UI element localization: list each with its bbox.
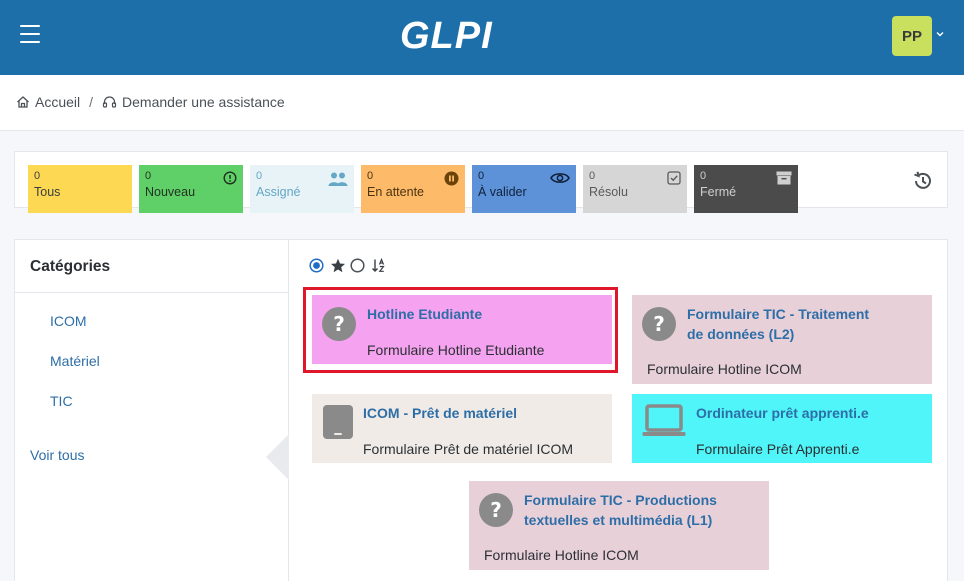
form-title-line: ICOM - Prêt de matériel [363, 405, 518, 421]
form-description: Formulaire Hotline ICOM [484, 547, 639, 563]
users-icon [328, 172, 348, 186]
home-icon [17, 96, 29, 108]
sort-alpha-icon [372, 258, 385, 272]
menu-toggle-icon[interactable] [20, 25, 40, 43]
tile-label: Nouveau [145, 185, 196, 199]
user-avatar[interactable]: PP [892, 16, 932, 56]
category-item-icom[interactable]: ICOM [50, 313, 87, 329]
form-title: Formulaire TIC - Traitement de données (… [687, 304, 869, 344]
breadcrumb-separator: / [89, 94, 94, 110]
tile-new[interactable]: 0 Nouveau [139, 165, 243, 213]
view-all-link[interactable]: Voir tous [30, 447, 84, 463]
tile-label: Fermé [700, 185, 737, 199]
category-item-materiel[interactable]: Matériel [50, 353, 100, 369]
form-title: Ordinateur prêt apprenti.e [696, 403, 869, 423]
form-title: ICOM - Prêt de matériel [363, 403, 517, 423]
breadcrumb-current-label: Demander une assistance [122, 94, 285, 110]
form-description: Formulaire Hotline Etudiante [367, 342, 545, 358]
tile-label: À valider [478, 185, 527, 199]
tile-label: Tous [34, 185, 61, 199]
breadcrumb-bar: Accueil / Demander une assistance [0, 75, 964, 131]
tile-to-validate[interactable]: 0 À valider [472, 165, 576, 213]
form-card-tic-traitement[interactable]: ? Formulaire TIC - Traitement de données… [632, 295, 932, 384]
form-title-line: Ordinateur prêt apprenti.e [696, 405, 869, 421]
form-title-line: Hotline Etudiante [367, 306, 483, 322]
question-icon: ? [322, 307, 356, 341]
tile-label: Résolu [589, 185, 628, 199]
form-title: Hotline Etudiante [367, 304, 482, 324]
star-icon [331, 258, 345, 273]
form-card-ordinateur-apprenti[interactable]: Ordinateur prêt apprenti.e Formulaire Pr… [632, 394, 932, 463]
form-description: Formulaire Prêt de matériel ICOM [363, 441, 574, 457]
form-description: Formulaire Hotline ICOM [647, 361, 802, 377]
tile-all[interactable]: 0 Tous [28, 165, 132, 213]
tablet-icon [323, 405, 353, 439]
pause-icon [444, 171, 459, 186]
radio-icon [350, 258, 365, 273]
tile-solved[interactable]: 0 Résolu [583, 165, 687, 213]
form-title-line: Formulaire TIC - Productions [524, 492, 717, 508]
tile-count: 0 [34, 170, 41, 182]
form-card-hotline-etudiante[interactable]: ? Hotline Etudiante Formulaire Hotline E… [312, 295, 612, 364]
form-filters [309, 258, 386, 273]
question-icon: ? [642, 307, 676, 341]
filter-popular[interactable] [330, 258, 346, 273]
tile-closed[interactable]: 0 Fermé [694, 165, 798, 213]
categories-title: Catégories [30, 258, 111, 275]
logo-text: GLPI [400, 14, 493, 57]
form-card-tic-productions[interactable]: ? Formulaire TIC - Productions textuelle… [469, 481, 769, 570]
checkbox-icon [667, 171, 681, 185]
form-title-line: Formulaire TIC - Traitement [687, 306, 870, 322]
glpi-logo[interactable]: GLPI [400, 14, 493, 58]
laptop-icon [642, 404, 686, 436]
alert-circle-icon [223, 171, 237, 185]
breadcrumb-current[interactable]: Demander une assistance [102, 94, 285, 110]
service-catalog: Catégories ICOM Matériel TIC Voir tous ?… [14, 239, 948, 581]
categories-sidebar: Catégories ICOM Matériel TIC Voir tous [15, 240, 289, 581]
breadcrumb-home-label: Accueil [35, 94, 81, 110]
sidebar-toggle-arrow[interactable] [266, 434, 289, 480]
breadcrumb: Accueil / Demander une assistance [16, 94, 285, 110]
form-card-icom-pret-materiel[interactable]: ICOM - Prêt de matériel Formulaire Prêt … [312, 394, 612, 463]
form-title-line: textuelles et multimédia (L1) [524, 512, 713, 528]
divider [15, 292, 289, 293]
question-icon: ? [479, 493, 513, 527]
top-navbar: GLPI PP [0, 0, 964, 75]
headset-icon [102, 96, 117, 108]
radio-selected-icon [309, 258, 324, 273]
chevron-down-icon[interactable] [936, 30, 944, 38]
form-title: Formulaire TIC - Productions textuelles … [524, 490, 717, 530]
filter-popular-radio[interactable] [350, 258, 365, 273]
tile-pending[interactable]: 0 En attente [361, 165, 465, 213]
tile-label: En attente [367, 185, 424, 199]
ticket-status-summary: 0 Tous 0 Nouveau 0 Assigné 0 En attente … [14, 151, 948, 213]
form-title-line: de données (L2) [687, 326, 795, 342]
archive-icon [776, 171, 792, 185]
breadcrumb-home[interactable]: Accueil [16, 94, 80, 110]
eye-icon [550, 173, 570, 183]
filter-alphabetical[interactable] [371, 258, 386, 273]
tile-assigned[interactable]: 0 Assigné [250, 165, 354, 213]
filter-all-radio[interactable] [309, 258, 324, 273]
history-icon[interactable] [912, 170, 934, 192]
category-item-tic[interactable]: TIC [50, 393, 73, 409]
form-description: Formulaire Prêt Apprenti.e [696, 441, 860, 457]
